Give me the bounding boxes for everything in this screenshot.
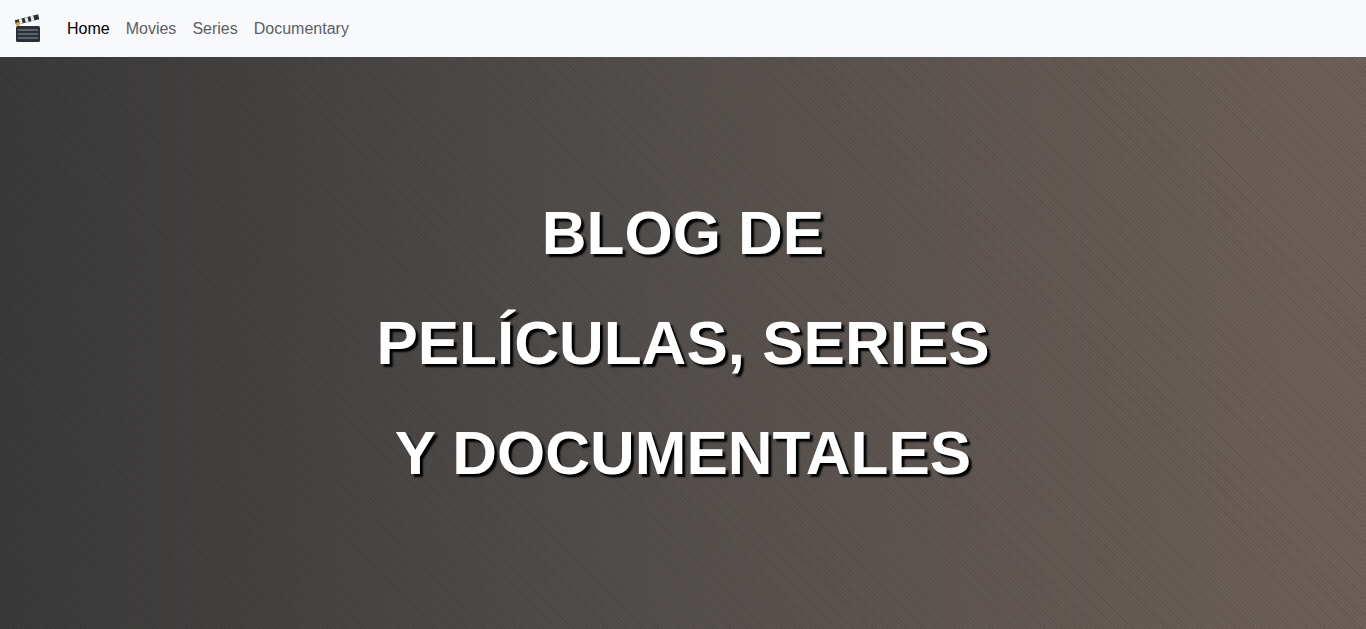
nav-link[interactable]: Home <box>67 17 110 41</box>
nav-link[interactable]: Documentary <box>254 17 349 41</box>
navbar: Home Movies Series Documentary <box>0 0 1366 57</box>
hero-title-line: BLOG DE <box>542 178 824 288</box>
page: Home Movies Series Documentary BLOG DEPELÍCU… <box>0 0 1366 629</box>
hero-title-line: PELÍCULAS, SERIES <box>376 288 989 398</box>
hero-title: BLOG DEPELÍCULAS, SERIESY DOCUMENTALES <box>376 178 989 508</box>
nav-links: Home Movies Series Documentary <box>67 17 349 41</box>
nav-link[interactable]: Series <box>192 17 237 41</box>
clapperboard-logo-icon[interactable] <box>13 14 43 44</box>
hero-title-line: Y DOCUMENTALES <box>395 398 971 508</box>
nav-link[interactable]: Movies <box>126 17 177 41</box>
hero: BLOG DEPELÍCULAS, SERIESY DOCUMENTALES <box>0 57 1366 629</box>
